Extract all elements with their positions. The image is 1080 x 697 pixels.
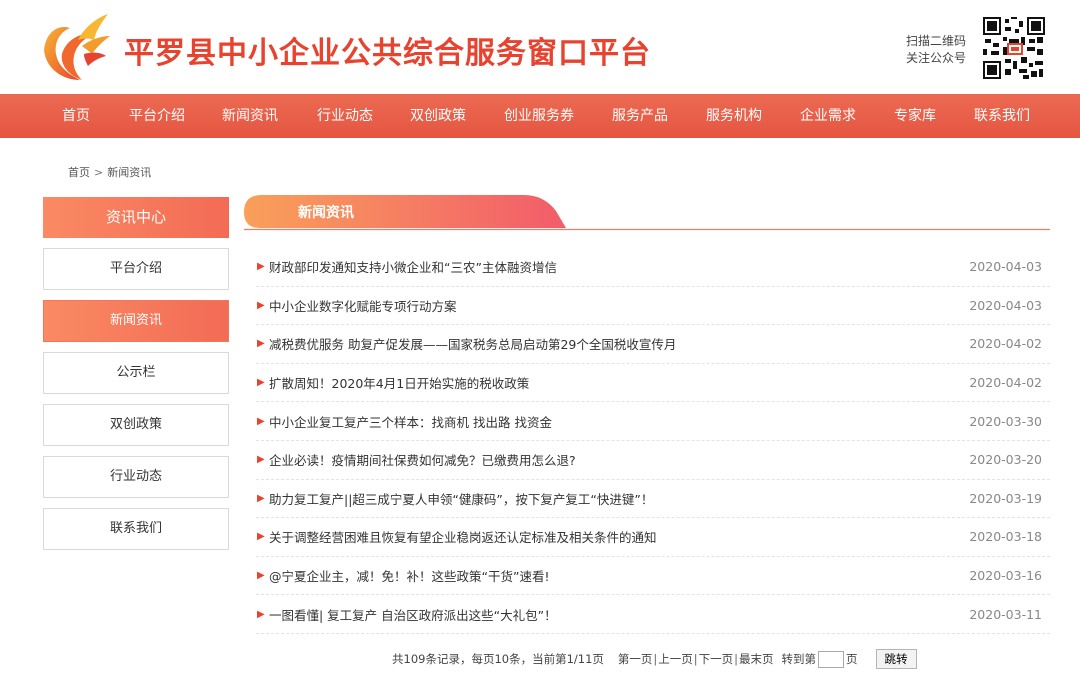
goto-prefix: 转到第	[781, 652, 817, 666]
news-list: ▶ 财政部印发通知支持小微企业和“三农”主体融资增信 2020-04-03 ▶ …	[256, 248, 1050, 634]
news-title[interactable]: 财政部印发通知支持小微企业和“三农”主体融资增信	[269, 257, 557, 276]
news-title[interactable]: 扩散周知！2020年4月1日开始实施的税收政策	[269, 373, 529, 392]
news-title[interactable]: @宁夏企业主，减！免！补！这些政策“干货”速看!	[269, 566, 549, 585]
qr-code-icon	[983, 17, 1045, 79]
list-item: ▶ 中小企业数字化赋能专项行动方案 2020-04-03	[256, 287, 1050, 326]
pagination-summary: 共109条记录，每页10条，当前第1/11页	[392, 652, 604, 666]
news-date: 2020-04-02	[969, 375, 1042, 391]
triangle-right-icon: ▶	[257, 608, 265, 620]
list-item: ▶ 减税费优服务 助复产促发展——国家税务总局启动第29个全国税收宣传月 202…	[256, 325, 1050, 364]
list-item: ▶ 扩散周知！2020年4月1日开始实施的税收政策 2020-04-02	[256, 364, 1050, 403]
breadcrumb: 首页 > 新闻资讯	[68, 164, 151, 180]
nav-item-platform-intro[interactable]: 平台介绍	[129, 94, 185, 138]
nav-item-industry[interactable]: 行业动态	[317, 94, 373, 138]
news-date: 2020-03-18	[969, 529, 1042, 545]
news-title[interactable]: 一图看懂| 复工复产 自治区政府派出这些“大礼包”！	[269, 605, 557, 624]
news-date: 2020-03-16	[969, 568, 1042, 584]
header: 平罗县中小企业公共综合服务窗口平台 扫描二维码 关注公众号	[0, 0, 1080, 94]
pagination: 共109条记录，每页10条，当前第1/11页 第一页 | 上一页 | 下一页 |…	[392, 649, 917, 669]
sidebar-item-news[interactable]: 新闻资讯	[43, 300, 229, 342]
triangle-right-icon: ▶	[257, 338, 265, 350]
goto-page-input[interactable]	[818, 650, 845, 668]
breadcrumb-separator: >	[94, 166, 104, 179]
breadcrumb-current: 新闻资讯	[107, 166, 152, 179]
list-item: ▶ 一图看懂| 复工复产 自治区政府派出这些“大礼包”！ 2020-03-11	[256, 595, 1050, 634]
nav-item-contact[interactable]: 联系我们	[974, 94, 1030, 138]
triangle-right-icon: ▶	[257, 377, 265, 389]
news-date: 2020-04-02	[969, 336, 1042, 352]
news-date: 2020-03-20	[969, 452, 1042, 468]
next-page-link[interactable]: 下一页	[699, 651, 734, 667]
list-item: ▶ 财政部印发通知支持小微企业和“三农”主体融资增信 2020-04-03	[256, 248, 1050, 287]
news-title[interactable]: 关于调整经营困难且恢复有望企业稳岗返还认定标准及相关条件的通知	[269, 527, 657, 546]
qr-caption-line1: 扫描二维码	[905, 34, 966, 48]
nav-item-products[interactable]: 服务产品	[612, 94, 668, 138]
sidebar-item-industry[interactable]: 行业动态	[43, 456, 229, 498]
site-title: 平罗县中小企业公共综合服务窗口平台	[124, 36, 651, 71]
main-nav: 首页 平台介绍 新闻资讯 行业动态 双创政策 创业服务券 服务产品 服务机构 企…	[0, 94, 1080, 138]
nav-item-voucher[interactable]: 创业服务券	[504, 94, 574, 138]
news-date: 2020-04-03	[969, 259, 1042, 275]
nav-item-demand[interactable]: 企业需求	[800, 94, 856, 138]
news-date: 2020-04-03	[969, 297, 1042, 313]
news-title[interactable]: 中小企业数字化赋能专项行动方案	[269, 296, 457, 315]
breadcrumb-home[interactable]: 首页	[68, 166, 90, 179]
nav-item-home[interactable]: 首页	[62, 94, 90, 138]
qr-caption-line2: 关注公众号	[905, 51, 966, 65]
nav-item-experts[interactable]: 专家库	[894, 94, 936, 138]
news-title[interactable]: 减税费优服务 助复产促发展——国家税务总局启动第29个全国税收宣传月	[269, 334, 676, 353]
section-header-banner	[244, 195, 1050, 231]
news-title[interactable]: 助力复工复产||超三成宁夏人申领“健康码”，按下复产复工“快进键”！	[269, 489, 653, 508]
jump-button[interactable]: 跳转	[875, 649, 917, 669]
sidebar-item-notice-board[interactable]: 公示栏	[43, 352, 229, 394]
pagination-divider: |	[653, 652, 658, 666]
list-item: ▶ 助力复工复产||超三成宁夏人申领“健康码”，按下复产复工“快进键”！ 202…	[256, 480, 1050, 519]
news-date: 2020-03-30	[969, 413, 1042, 429]
pagination-divider: |	[693, 652, 698, 666]
section-title: 新闻资讯	[298, 205, 354, 221]
list-item: ▶ 企业必读！疫情期间社保费如何减免？已缴费用怎么退? 2020-03-20	[256, 441, 1050, 480]
list-item: ▶ 中小企业复工复产三个样本：找商机 找出路 找资金 2020-03-30	[256, 402, 1050, 441]
list-item: ▶ @宁夏企业主，减！免！补！这些政策“干货”速看! 2020-03-16	[256, 557, 1050, 596]
news-title[interactable]: 中小企业复工复产三个样本：找商机 找出路 找资金	[269, 412, 552, 431]
section-header: 新闻资讯	[244, 195, 1050, 231]
sidebar-item-contact[interactable]: 联系我们	[43, 508, 229, 550]
triangle-right-icon: ▶	[257, 492, 265, 504]
nav-item-policy[interactable]: 双创政策	[410, 94, 466, 138]
sidebar-item-policy[interactable]: 双创政策	[43, 404, 229, 446]
prev-page-link[interactable]: 上一页	[658, 651, 693, 667]
triangle-right-icon: ▶	[257, 570, 265, 582]
nav-item-news[interactable]: 新闻资讯	[222, 94, 278, 138]
triangle-right-icon: ▶	[257, 531, 265, 543]
goto-suffix: 页	[846, 652, 858, 666]
sidebar-heading: 资讯中心	[43, 197, 229, 238]
triangle-right-icon: ▶	[257, 299, 265, 311]
list-item: ▶ 关于调整经营困难且恢复有望企业稳岗返还认定标准及相关条件的通知 2020-0…	[256, 518, 1050, 557]
triangle-right-icon: ▶	[257, 415, 265, 427]
phoenix-logo-icon[interactable]	[36, 10, 114, 88]
qr-caption: 扫描二维码 关注公众号	[898, 33, 966, 67]
news-title[interactable]: 企业必读！疫情期间社保费如何减免？已缴费用怎么退?	[269, 450, 576, 469]
news-date: 2020-03-11	[969, 606, 1042, 622]
pagination-divider: |	[734, 652, 739, 666]
first-page-link[interactable]: 第一页	[618, 651, 653, 667]
last-page-link[interactable]: 最末页	[739, 651, 774, 667]
triangle-right-icon: ▶	[257, 261, 265, 273]
nav-item-agencies[interactable]: 服务机构	[706, 94, 762, 138]
sidebar-item-platform-intro[interactable]: 平台介绍	[43, 248, 229, 290]
news-date: 2020-03-19	[969, 490, 1042, 506]
triangle-right-icon: ▶	[257, 454, 265, 466]
